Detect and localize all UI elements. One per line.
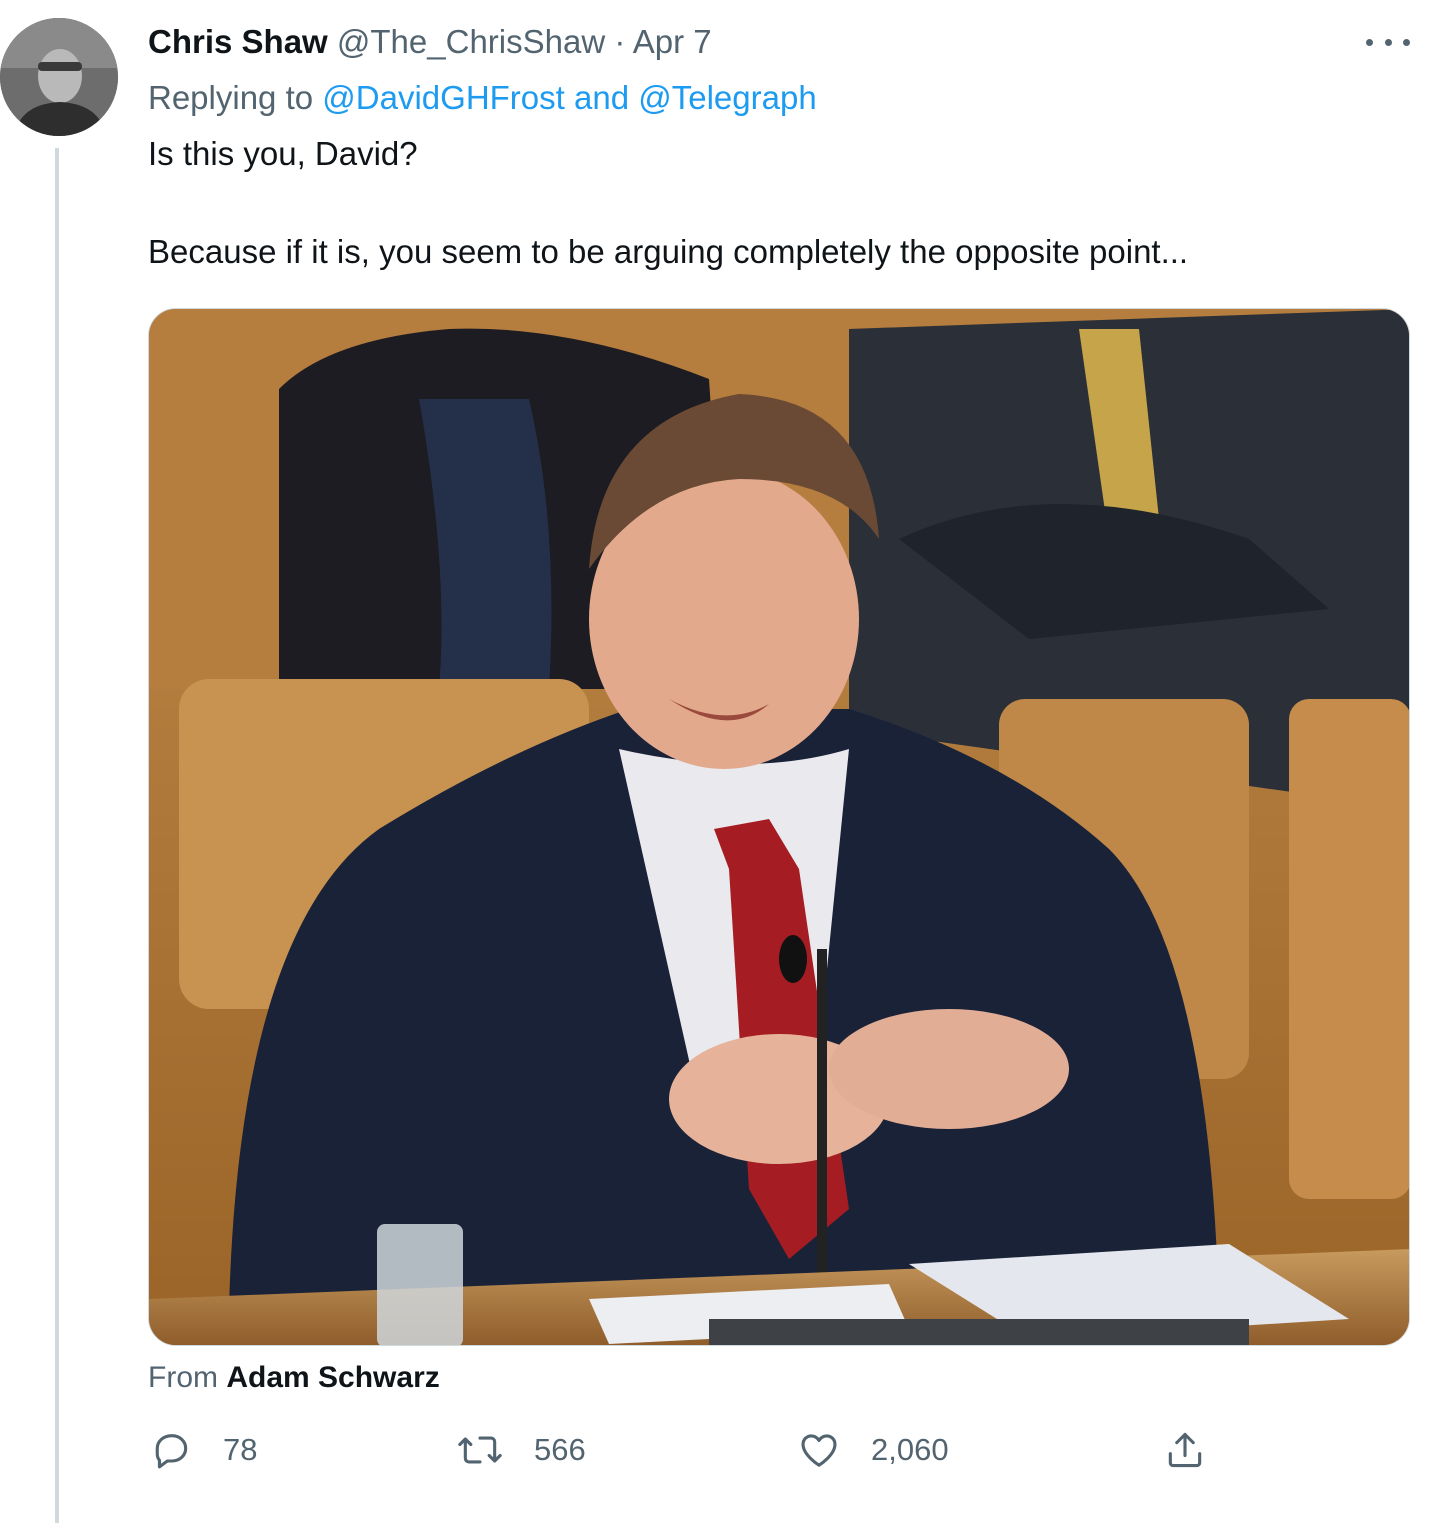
more-horizontal-icon-dot <box>1403 38 1410 46</box>
retweet-icon <box>458 1436 502 1464</box>
heart-icon <box>801 1434 837 1467</box>
share-button[interactable] <box>1163 1428 1207 1472</box>
tweet-date[interactable]: Apr 7 <box>633 23 712 60</box>
speech-bubble-icon <box>155 1434 188 1469</box>
reply-count: 78 <box>223 1432 258 1467</box>
reply-button[interactable]: 78 <box>149 1428 257 1472</box>
thread-connector-line <box>55 148 59 1523</box>
media-attribution-prefix: From <box>148 1361 218 1394</box>
replying-and: and <box>574 79 630 116</box>
like-button[interactable]: 2,060 <box>797 1428 949 1472</box>
avatar[interactable] <box>0 18 118 136</box>
retweet-button[interactable]: 566 <box>456 1428 586 1472</box>
more-horizontal-icon-dot <box>1366 38 1373 46</box>
avatar-photo <box>0 18 118 136</box>
tweet-actions-bar: 78 566 2,060 <box>0 1428 1447 1480</box>
media-attribution: From Adam Schwarz <box>148 1360 440 1396</box>
more-horizontal-icon-dot <box>1384 38 1392 46</box>
mention-davidghfrost[interactable]: @DavidGHFrost <box>322 79 565 116</box>
tweet-text-line: Is this you, David? <box>148 135 418 172</box>
tweet-media-image[interactable] <box>148 308 1410 1346</box>
author-name[interactable]: Chris Shaw <box>148 23 328 60</box>
media-photo <box>149 309 1409 1345</box>
mention-telegraph[interactable]: @Telegraph <box>638 79 816 116</box>
replying-to-line: Replying to @DavidGHFrost and @Telegraph <box>148 78 817 118</box>
tweet-header: Chris Shaw @The_ChrisShaw · Apr 7 <box>148 22 712 62</box>
tweet-text: Is this you, David? Because if it is, yo… <box>148 134 1188 272</box>
more-options-button[interactable] <box>1366 28 1410 56</box>
meta-separator: · <box>614 23 626 60</box>
replying-to-prefix: Replying to <box>148 79 314 116</box>
retweet-count: 566 <box>534 1432 586 1467</box>
author-handle[interactable]: @The_ChrisShaw <box>337 23 605 60</box>
media-attribution-name[interactable]: Adam Schwarz <box>226 1361 439 1394</box>
like-count: 2,060 <box>871 1432 949 1467</box>
tweet-text-line: Because if it is, you seem to be arguing… <box>148 233 1189 270</box>
share-icon <box>1168 1432 1202 1468</box>
